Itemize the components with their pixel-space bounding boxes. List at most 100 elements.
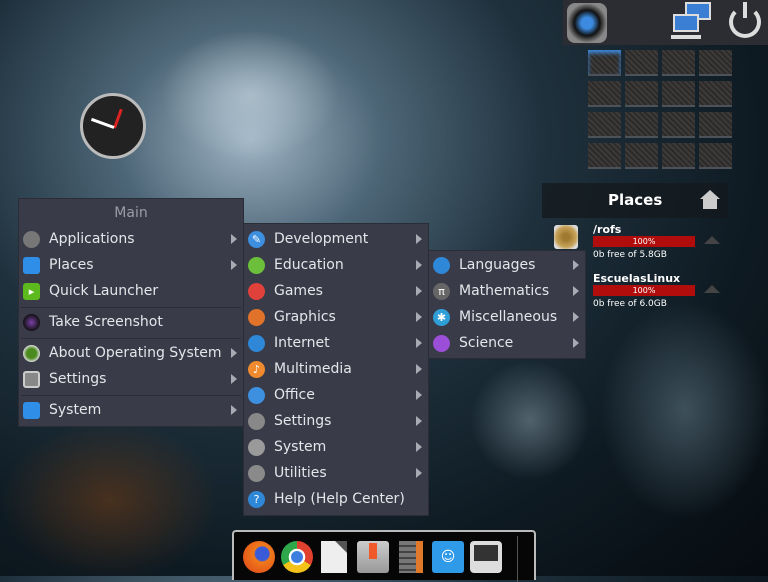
- menu-item-graphics[interactable]: Graphics: [244, 304, 428, 330]
- workspace-9[interactable]: [588, 112, 621, 138]
- workspace-2[interactable]: [625, 50, 658, 76]
- menu-item-miscellaneous[interactable]: ✱ Miscellaneous: [429, 304, 585, 330]
- menu-item-system[interactable]: System: [244, 434, 428, 460]
- menu-item-label: Settings: [49, 371, 107, 387]
- menu-item-settings[interactable]: Settings: [244, 408, 428, 434]
- folder-icon: [23, 256, 40, 274]
- home-icon[interactable]: [700, 190, 720, 210]
- office-icon: [248, 386, 265, 404]
- menu-item-take-screenshot[interactable]: Take Screenshot: [19, 309, 243, 335]
- menu-item-quick-launcher[interactable]: ▸ Quick Launcher: [19, 278, 243, 304]
- settings-icon: [23, 370, 40, 388]
- menu-item-label: Mathematics: [459, 283, 550, 299]
- settings-icon: [248, 412, 265, 430]
- workspace-10[interactable]: [625, 112, 658, 138]
- top-panel: [563, 0, 768, 45]
- menu-item-label: Multimedia: [274, 361, 352, 377]
- menu-item-label: Graphics: [274, 309, 336, 325]
- menu-item-label: Take Screenshot: [49, 314, 163, 330]
- gear-icon: [23, 230, 40, 248]
- install-icon[interactable]: [357, 541, 389, 573]
- eject-icon[interactable]: [704, 236, 720, 244]
- chevron-right-icon: [573, 338, 579, 348]
- network-icon[interactable]: [671, 2, 715, 42]
- education-submenu: Languages π Mathematics ✱ Miscellaneous Scien…: [428, 250, 586, 359]
- workspace-11[interactable]: [662, 112, 695, 138]
- workspace-7[interactable]: [662, 81, 695, 107]
- eject-icon[interactable]: [704, 285, 720, 293]
- chrome-icon[interactable]: [281, 541, 313, 573]
- menu-item-multimedia[interactable]: ♪ Multimedia: [244, 356, 428, 382]
- workspace-4[interactable]: [699, 50, 732, 76]
- separator: [21, 338, 241, 339]
- workspace-16[interactable]: [699, 143, 732, 169]
- menu-item-about-os[interactable]: About Operating System: [19, 340, 243, 366]
- workspace-8[interactable]: [699, 81, 732, 107]
- menu-item-office[interactable]: Office: [244, 382, 428, 408]
- workspace-1[interactable]: [588, 50, 621, 76]
- menu-item-label: System: [274, 439, 327, 455]
- menu-item-science[interactable]: Science: [429, 330, 585, 356]
- languages-icon: [433, 256, 450, 274]
- menu-item-settings[interactable]: Settings: [19, 366, 243, 392]
- chevron-right-icon: [573, 286, 579, 296]
- menu-item-applications[interactable]: Applications: [19, 226, 243, 252]
- workspace-13[interactable]: [588, 143, 621, 169]
- menu-item-languages[interactable]: Languages: [429, 252, 585, 278]
- power-icon[interactable]: [729, 2, 761, 38]
- separator: [21, 395, 241, 396]
- chevron-right-icon: [231, 374, 237, 384]
- document-icon[interactable]: [321, 541, 347, 573]
- menu-item-places[interactable]: Places: [19, 252, 243, 278]
- main-menu-title: Main: [114, 205, 148, 221]
- applications-submenu: ✎ Development Education Games Graphics Intern…: [243, 223, 429, 516]
- menu-item-education[interactable]: Education: [244, 252, 428, 278]
- workspace-12[interactable]: [699, 112, 732, 138]
- chevron-right-icon: [416, 468, 422, 478]
- workspace-15[interactable]: [662, 143, 695, 169]
- menu-item-label: Office: [274, 387, 315, 403]
- chevron-right-icon: [416, 390, 422, 400]
- chevron-right-icon: [573, 260, 579, 270]
- music-icon: ♪: [248, 360, 265, 378]
- menu-item-label: Utilities: [274, 465, 327, 481]
- files-icon[interactable]: ☺: [432, 541, 464, 573]
- menu-item-games[interactable]: Games: [244, 278, 428, 304]
- terminal-icon[interactable]: [470, 541, 502, 573]
- calculator-icon[interactable]: [399, 541, 423, 573]
- wrench-icon: ✎: [248, 230, 265, 248]
- drive-name: /rofs: [593, 223, 622, 236]
- menu-item-system[interactable]: System: [19, 397, 243, 423]
- chevron-right-icon: [416, 416, 422, 426]
- menu-item-internet[interactable]: Internet: [244, 330, 428, 356]
- menu-item-label: Games: [274, 283, 323, 299]
- chevron-right-icon: [416, 286, 422, 296]
- usage-bar: 100%: [593, 285, 695, 296]
- speaker-icon[interactable]: [567, 3, 607, 43]
- workspace-3[interactable]: [662, 50, 695, 76]
- menu-item-help-help-center[interactable]: ? Help (Help Center): [244, 486, 428, 512]
- menu-item-utilities[interactable]: Utilities: [244, 460, 428, 486]
- workspace-5[interactable]: [588, 81, 621, 107]
- menu-item-development[interactable]: ✎ Development: [244, 226, 428, 252]
- usage-bar: 100%: [593, 236, 695, 247]
- graphics-icon: [248, 308, 265, 326]
- menu-item-label: Miscellaneous: [459, 309, 558, 325]
- menu-item-label: Internet: [274, 335, 330, 351]
- chevron-right-icon: [416, 234, 422, 244]
- menu-item-label: Applications: [49, 231, 135, 247]
- drive-rofs[interactable]: /rofs 100% 0b free of 5.8GB: [593, 223, 695, 260]
- clock-hand-minute: [90, 117, 115, 129]
- workspace-14[interactable]: [625, 143, 658, 169]
- menu-item-label: Education: [274, 257, 344, 273]
- drive-free: 0b free of 6.0GB: [593, 299, 667, 309]
- pi-icon: π: [433, 282, 450, 300]
- firefox-icon[interactable]: [243, 541, 275, 573]
- menu-item-label: System: [49, 402, 102, 418]
- menu-item-mathematics[interactable]: π Mathematics: [429, 278, 585, 304]
- workspace-grid: [588, 50, 732, 169]
- workspace-6[interactable]: [625, 81, 658, 107]
- misc-icon: ✱: [433, 308, 450, 326]
- drive-escuelaslinux[interactable]: EscuelasLinux 100% 0b free of 6.0GB: [593, 272, 695, 309]
- chevron-right-icon: [416, 338, 422, 348]
